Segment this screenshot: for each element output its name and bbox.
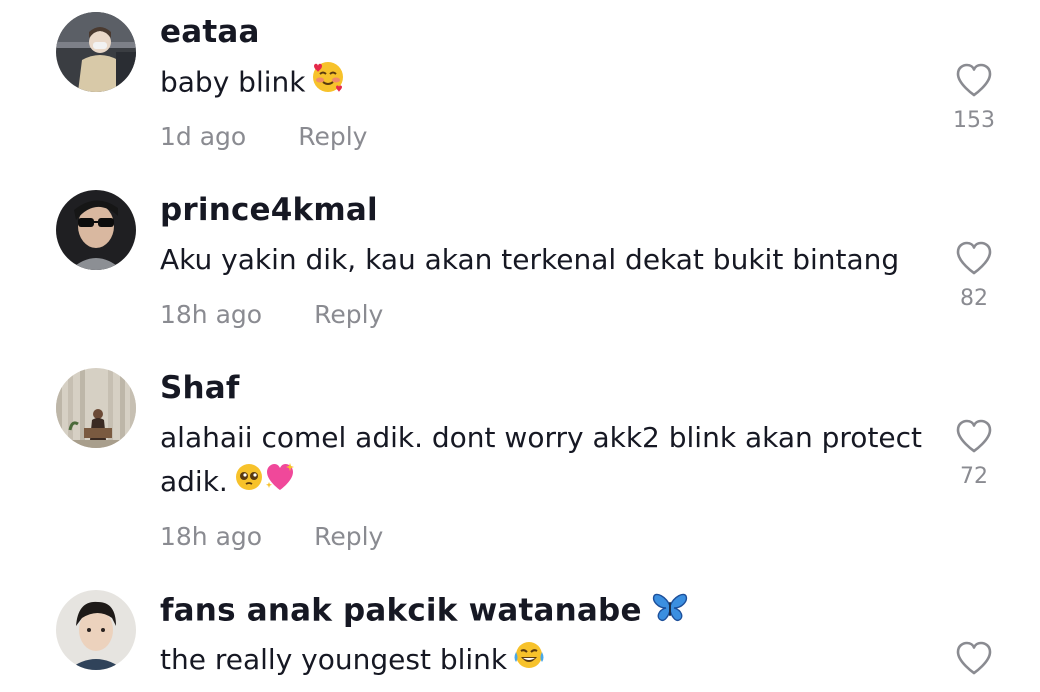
comment-list: eataa baby blink 1d ago Reply 153 prince… [0, 0, 1040, 692]
heart-icon [956, 241, 992, 275]
face-with-tears-of-joy-icon [513, 639, 545, 683]
comment-meta: 18h ago Reply [160, 522, 383, 551]
butterfly-icon [652, 592, 688, 632]
like-button[interactable]: 82 [950, 240, 998, 311]
avatar[interactable] [56, 590, 136, 670]
reply-button[interactable]: Reply [298, 122, 367, 151]
heart-icon [956, 63, 992, 97]
comment-text: baby blink [160, 60, 940, 107]
like-button[interactable]: 72 [950, 418, 998, 489]
comment-meta: 1d ago Reply [160, 122, 367, 151]
comment-meta: 18h ago Reply [160, 300, 383, 329]
comment-text-body: the really youngest blink [160, 643, 508, 676]
comment-timestamp: 18h ago [160, 522, 263, 551]
avatar[interactable] [56, 368, 136, 448]
comment-text-body: Aku yakin dik, kau akan terkenal dekat b… [160, 243, 900, 276]
comment-text: Aku yakin dik, kau akan terkenal dekat b… [160, 238, 940, 282]
comment-username[interactable]: fans anak pakcik watanabe [160, 592, 688, 632]
avatar[interactable] [56, 190, 136, 270]
pleading-face-icon [234, 461, 264, 505]
comment-text: the really youngest blink [160, 638, 940, 683]
like-button[interactable]: 153 [950, 62, 998, 133]
comment-username-text: fans anak pakcik watanabe [160, 592, 642, 629]
heart-icon [956, 641, 992, 675]
comment-username[interactable]: eataa [160, 14, 260, 50]
heart-icon [956, 419, 992, 453]
reply-button[interactable]: Reply [314, 522, 383, 551]
smiling-face-with-hearts-icon [311, 60, 345, 107]
comment-username[interactable]: prince4kmal [160, 192, 378, 228]
avatar[interactable] [56, 12, 136, 92]
reply-button[interactable]: Reply [314, 300, 383, 329]
like-count: 153 [953, 108, 995, 133]
sparkling-heart-icon [264, 461, 296, 505]
comment-text: alahaii comel adik. dont worry akk2 blin… [160, 416, 940, 505]
comment-text-body: baby blink [160, 65, 306, 99]
like-count: 72 [960, 464, 988, 489]
like-button[interactable] [950, 640, 998, 676]
comment-timestamp: 18h ago [160, 300, 263, 329]
comment-timestamp: 1d ago [160, 122, 247, 151]
comment-username[interactable]: Shaf [160, 370, 240, 406]
like-count: 82 [960, 286, 988, 311]
